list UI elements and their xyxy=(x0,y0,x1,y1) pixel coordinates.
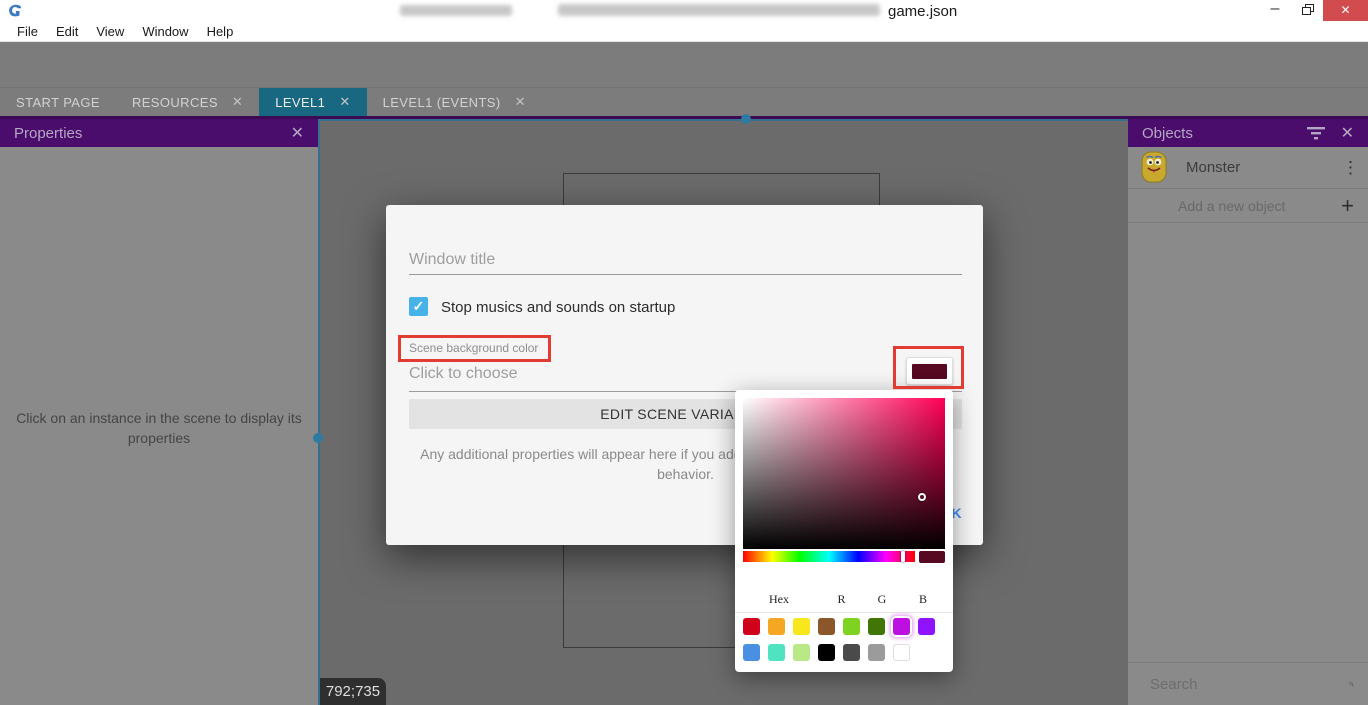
hue-slider-handle[interactable] xyxy=(901,551,905,562)
palette-swatch[interactable] xyxy=(893,618,910,635)
title-bar: game.json – ✕ xyxy=(0,0,1368,22)
hue-slider[interactable] xyxy=(743,551,915,562)
menu-help[interactable]: Help xyxy=(198,24,243,39)
palette-swatch[interactable] xyxy=(793,618,810,635)
close-tab-icon[interactable]: ✕ xyxy=(515,94,526,110)
add-object-row[interactable]: Add a new object + xyxy=(1128,189,1368,223)
object-list-item[interactable]: Monster ⋮ xyxy=(1128,147,1368,189)
b-label: B xyxy=(904,592,942,607)
cursor-coordinates-badge: 792;735 xyxy=(320,678,386,705)
palette-swatch[interactable] xyxy=(768,618,785,635)
properties-panel-title: Properties xyxy=(14,125,82,142)
close-tab-icon[interactable]: ✕ xyxy=(232,94,243,110)
close-tab-icon[interactable]: ✕ xyxy=(339,94,350,110)
search-input[interactable] xyxy=(1150,676,1349,693)
saturation-marker[interactable] xyxy=(918,493,926,501)
object-name: Monster xyxy=(1186,159,1324,176)
close-window-button[interactable]: ✕ xyxy=(1323,0,1368,21)
redacted-text xyxy=(558,4,880,16)
gdevelop-window: game.json – ✕ File Edit View Window Help xyxy=(0,0,1368,705)
r-label: R xyxy=(823,592,860,607)
gdevelop-logo-icon xyxy=(6,2,24,20)
toolbar: 1:1 xyxy=(0,42,1368,88)
plus-icon: + xyxy=(1341,193,1354,219)
properties-panel-header: Properties ✕ xyxy=(0,119,318,147)
menu-window[interactable]: Window xyxy=(133,24,197,39)
palette-swatch[interactable] xyxy=(743,618,760,635)
palette-swatch[interactable] xyxy=(868,618,885,635)
window-title-input-underline xyxy=(409,274,962,275)
palette-swatch[interactable] xyxy=(818,644,835,661)
palette-swatch[interactable] xyxy=(868,644,885,661)
search-icon xyxy=(1349,674,1354,694)
palette-swatch[interactable] xyxy=(793,644,810,661)
color-picker-popup: Hex R G B xyxy=(735,390,953,672)
hex-label: Hex xyxy=(743,592,815,607)
menu-edit[interactable]: Edit xyxy=(47,24,87,39)
tab-level1[interactable]: LEVEL1✕ xyxy=(259,88,366,116)
restore-icon xyxy=(1302,7,1311,15)
palette-swatch[interactable] xyxy=(918,618,935,635)
add-object-label: Add a new object xyxy=(1178,198,1341,214)
redacted-text xyxy=(400,5,512,16)
editor-tabs: START PAGE RESOURCES✕ LEVEL1✕ LEVEL1 (EV… xyxy=(0,88,1368,116)
object-menu-icon[interactable]: ⋮ xyxy=(1342,158,1356,178)
scene-background-color-field[interactable]: Click to choose xyxy=(409,365,518,383)
close-panel-icon[interactable]: ✕ xyxy=(1341,123,1354,143)
close-panel-icon[interactable]: ✕ xyxy=(291,123,304,143)
palette-swatch[interactable] xyxy=(843,618,860,635)
palette-swatch[interactable] xyxy=(768,644,785,661)
palette-swatch[interactable] xyxy=(743,644,760,661)
stop-music-checkbox[interactable] xyxy=(409,297,428,316)
window-title-field-label[interactable]: Window title xyxy=(409,251,495,269)
panel-resize-handle[interactable] xyxy=(313,433,323,443)
annotation-box-color-swatch xyxy=(893,346,964,389)
g-label: G xyxy=(865,592,899,607)
current-color-preview xyxy=(919,551,945,563)
filter-icon[interactable] xyxy=(1307,126,1325,140)
tab-resources[interactable]: RESOURCES✕ xyxy=(116,88,259,116)
menu-bar: File Edit View Window Help xyxy=(0,22,1368,42)
menu-file[interactable]: File xyxy=(8,24,47,39)
objects-search-row xyxy=(1128,662,1368,705)
restore-button[interactable] xyxy=(1293,0,1323,21)
properties-hint-text: Click on an instance in the scene to dis… xyxy=(10,408,308,448)
saturation-area[interactable] xyxy=(743,398,945,549)
palette-swatch[interactable] xyxy=(893,644,910,661)
window-title: game.json xyxy=(888,3,957,20)
picker-divider xyxy=(735,612,953,613)
palette-swatch[interactable] xyxy=(843,644,860,661)
menu-view[interactable]: View xyxy=(87,24,133,39)
palette-swatch[interactable] xyxy=(818,618,835,635)
minimize-button[interactable]: – xyxy=(1258,0,1292,21)
objects-panel-title: Objects xyxy=(1142,125,1193,142)
monster-thumbnail xyxy=(1140,151,1168,184)
stop-music-label: Stop musics and sounds on startup xyxy=(441,299,675,316)
panel-resize-handle[interactable] xyxy=(741,114,751,124)
tab-level1-events[interactable]: LEVEL1 (EVENTS)✕ xyxy=(367,88,542,116)
tab-start-page[interactable]: START PAGE xyxy=(0,88,116,116)
objects-panel-header: Objects ✕ xyxy=(1128,119,1368,147)
annotation-box-scene-background-label xyxy=(398,335,551,362)
